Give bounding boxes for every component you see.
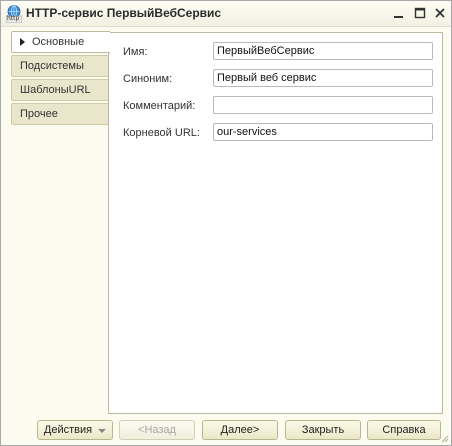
- maximize-button[interactable]: [411, 4, 429, 22]
- close-button[interactable]: Закрыть: [285, 420, 361, 440]
- resize-grip-icon[interactable]: [439, 433, 449, 443]
- icon-caption: http: [7, 15, 20, 22]
- tab-label: Подсистемы: [20, 60, 84, 72]
- title-bar[interactable]: http HTTP-сервис ПервыйВебСервис: [1, 1, 451, 27]
- actions-label: Действия: [43, 424, 93, 436]
- help-button[interactable]: Справка: [367, 420, 441, 440]
- minimize-icon: [394, 16, 403, 18]
- root-url-row: Корневой URL:: [123, 123, 433, 143]
- minimize-button[interactable]: [390, 4, 408, 22]
- http-service-icon: http: [5, 5, 23, 24]
- comment-label: Комментарий:: [123, 100, 196, 112]
- root-url-field[interactable]: [213, 123, 433, 141]
- help-label: Справка: [382, 424, 426, 436]
- synonym-label: Синоним:: [123, 73, 173, 85]
- comment-row: Комментарий:: [123, 96, 433, 116]
- maximize-icon: [414, 7, 426, 19]
- tab-list: Основные Подсистемы ШаблоныURL Прочее: [11, 31, 110, 127]
- active-tab-arrow-icon: [20, 38, 25, 46]
- tab-subsystems[interactable]: Подсистемы: [11, 55, 109, 77]
- synonym-field[interactable]: [213, 69, 433, 87]
- tab-label: Основные: [32, 36, 85, 48]
- name-field[interactable]: [213, 42, 433, 60]
- comment-field[interactable]: [213, 96, 433, 114]
- synonym-row: Синоним:: [123, 69, 433, 89]
- dropdown-arrow-icon: [98, 429, 106, 433]
- tab-label: ШаблоныURL: [20, 84, 91, 96]
- name-row: Имя:: [123, 42, 433, 62]
- window-title: HTTP-сервис ПервыйВебСервис: [26, 6, 222, 20]
- tab-url-templates[interactable]: ШаблоныURL: [11, 79, 109, 101]
- tab-main[interactable]: Основные: [11, 31, 110, 53]
- back-button[interactable]: <Назад: [119, 420, 195, 440]
- next-label: Далее>: [220, 424, 260, 436]
- back-label: <Назад: [138, 424, 176, 436]
- tab-label: Прочее: [20, 108, 58, 120]
- root-url-label: Корневой URL:: [123, 127, 200, 139]
- actions-menu-button[interactable]: Действия: [37, 420, 113, 440]
- name-label: Имя:: [123, 46, 148, 58]
- close-window-button[interactable]: [431, 4, 449, 22]
- close-label: Закрыть: [301, 424, 345, 436]
- next-button[interactable]: Далее>: [202, 420, 278, 440]
- close-icon: [435, 8, 445, 18]
- main-tab-panel: Имя: Синоним: Комментарий: Корневой URL:: [108, 32, 443, 414]
- dialog-window: http HTTP-сервис ПервыйВебСервис Основны…: [0, 0, 452, 446]
- tab-other[interactable]: Прочее: [11, 103, 109, 125]
